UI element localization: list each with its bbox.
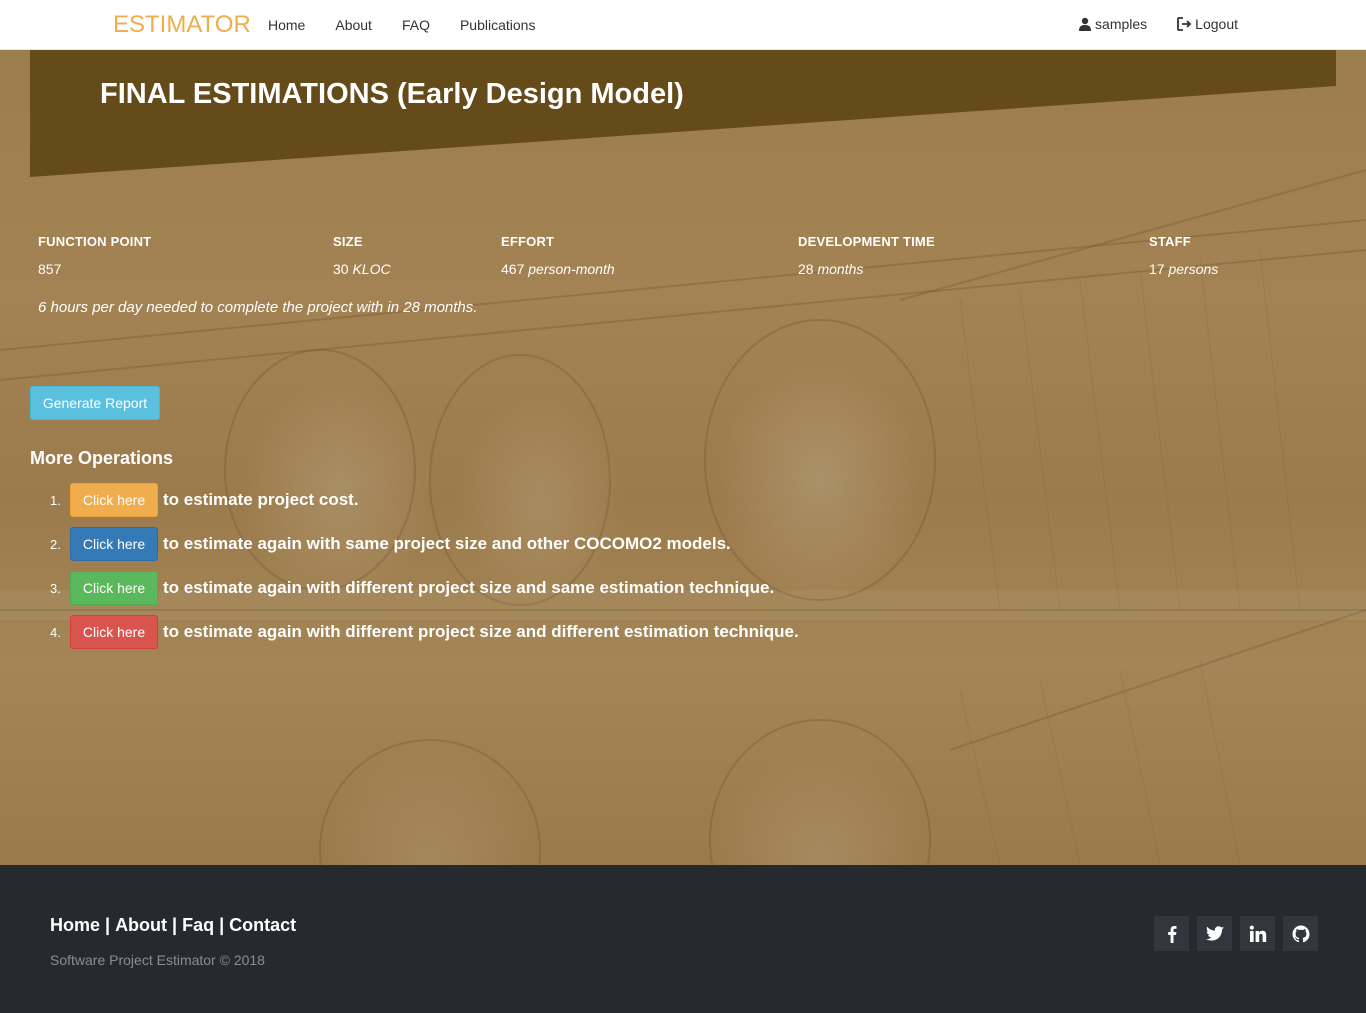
more-operations-title: More Operations xyxy=(30,448,174,468)
stat-label: STAFF xyxy=(1149,234,1191,249)
copyright: Software Project Estimator © 2018 xyxy=(50,952,265,968)
nav-links: Home About FAQ Publications xyxy=(268,17,565,33)
footer-link-contact[interactable]: Contact xyxy=(229,915,296,935)
brand-logo[interactable]: ESTIMATOR xyxy=(113,11,251,39)
operations-list: 1. Click here to estimate project cost. … xyxy=(50,478,799,654)
nav-link-about[interactable]: About xyxy=(335,17,372,33)
list-item: 2. Click here to estimate again with sam… xyxy=(50,522,799,566)
logout-icon xyxy=(1177,17,1192,31)
logout-label: Logout xyxy=(1195,16,1238,32)
linkedin-link[interactable] xyxy=(1240,916,1275,951)
operation-text: to estimate project cost. xyxy=(163,490,359,509)
logout-link[interactable]: Logout xyxy=(1177,16,1238,32)
list-number: 1. xyxy=(50,492,61,508)
stat-size: SIZE 30 KLOC xyxy=(333,234,391,277)
operation-text: to estimate again with different project… xyxy=(163,578,775,597)
facebook-icon xyxy=(1167,925,1176,943)
stat-staff: STAFF 17 persons xyxy=(1149,234,1218,277)
footer: Home | About | Faq | Contact Software Project … xyxy=(0,865,1366,1013)
user-menu[interactable]: samples xyxy=(1078,16,1147,32)
different-size-same-technique-button[interactable]: Click here xyxy=(70,571,158,605)
nav-link-faq[interactable]: FAQ xyxy=(402,17,430,33)
hours-note: 6 hours per day needed to complete the p… xyxy=(38,299,478,316)
twitter-icon xyxy=(1205,925,1224,941)
twitter-link[interactable] xyxy=(1197,916,1232,951)
navbar: ESTIMATOR Home About FAQ Publications sa… xyxy=(0,0,1366,50)
stat-value: 17 persons xyxy=(1149,261,1219,277)
separator: | xyxy=(105,915,111,935)
username: samples xyxy=(1095,16,1148,32)
stat-effort: EFFORT 467 person-month xyxy=(501,234,615,277)
stat-value: 857 xyxy=(38,261,62,277)
operation-text: to estimate again with same project size… xyxy=(163,534,731,553)
footer-link-about[interactable]: About xyxy=(115,915,167,935)
stat-function-point: FUNCTION POINT 857 xyxy=(38,234,151,277)
operation-text: to estimate again with different project… xyxy=(163,622,799,641)
list-item: 1. Click here to estimate project cost. xyxy=(50,478,799,522)
list-item: 3. Click here to estimate again with dif… xyxy=(50,566,799,610)
social-links xyxy=(1154,916,1318,951)
stat-label: EFFORT xyxy=(501,234,555,249)
stat-value: 30 KLOC xyxy=(333,261,391,277)
hero-section: FINAL ESTIMATIONS (Early Design Model) F… xyxy=(0,50,1366,865)
stat-development-time: DEVELOPMENT TIME 28 months xyxy=(798,234,935,277)
linkedin-icon xyxy=(1249,925,1266,942)
other-cocomo2-models-button[interactable]: Click here xyxy=(70,527,158,561)
estimate-cost-button[interactable]: Click here xyxy=(70,483,158,517)
github-link[interactable] xyxy=(1283,916,1318,951)
estimation-stats: FUNCTION POINT 857 SIZE 30 KLOC EFFORT 4… xyxy=(38,234,1338,294)
stat-label: FUNCTION POINT xyxy=(38,234,152,249)
stat-label: SIZE xyxy=(333,234,363,249)
title-banner xyxy=(30,50,1336,177)
list-number: 3. xyxy=(50,580,61,596)
stat-value: 28 months xyxy=(798,261,864,277)
separator: | xyxy=(172,915,178,935)
list-number: 2. xyxy=(50,536,61,552)
different-size-different-technique-button[interactable]: Click here xyxy=(70,615,158,649)
user-icon xyxy=(1079,17,1092,31)
facebook-link[interactable] xyxy=(1154,916,1189,951)
footer-link-faq[interactable]: Faq xyxy=(182,915,214,935)
stat-label: DEVELOPMENT TIME xyxy=(798,234,935,249)
list-number: 4. xyxy=(50,624,61,640)
footer-links: Home | About | Faq | Contact xyxy=(50,915,296,936)
nav-link-home[interactable]: Home xyxy=(268,17,305,33)
list-item: 4. Click here to estimate again with dif… xyxy=(50,610,799,654)
nav-link-publications[interactable]: Publications xyxy=(460,17,536,33)
footer-link-home[interactable]: Home xyxy=(50,915,100,935)
nav-right: samples Logout xyxy=(1048,16,1238,32)
github-icon xyxy=(1292,925,1309,942)
page-title: FINAL ESTIMATIONS (Early Design Model) xyxy=(100,78,684,110)
separator: | xyxy=(219,915,225,935)
generate-report-button[interactable]: Generate Report xyxy=(30,386,160,420)
stat-value: 467 person-month xyxy=(501,261,615,277)
